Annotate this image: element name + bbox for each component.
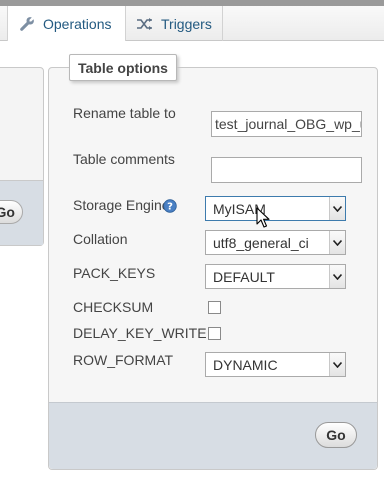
delay-key-write-checkbox[interactable] (208, 327, 221, 340)
row-format-select[interactable]: DYNAMIC (205, 352, 346, 377)
tab-bar: Operations Triggers (0, 6, 384, 41)
table-options-go-button[interactable]: Go (315, 422, 357, 448)
delay-key-write-label: DELAY_KEY_WRITE (73, 325, 207, 341)
chevron-down-icon (329, 197, 345, 220)
table-options-legend: Table options (69, 54, 177, 81)
pack-keys-label: PACK_KEYS (73, 265, 156, 281)
rename-table-input[interactable]: test_journal_OBG_wp_u (211, 111, 362, 137)
chevron-down-icon (329, 265, 345, 288)
triggers-icon (137, 17, 152, 30)
tab-triggers-label: Triggers (161, 15, 212, 32)
pack-keys-select[interactable]: DEFAULT (205, 264, 346, 289)
rename-table-label: Rename table to (73, 105, 176, 121)
collation-select[interactable]: utf8_general_ci (205, 230, 346, 255)
wrench-icon (20, 16, 34, 31)
tab-triggers[interactable]: Triggers (126, 6, 223, 41)
mouse-cursor-icon (256, 207, 270, 228)
collation-value: utf8_general_ci (213, 235, 309, 251)
chevron-down-icon (329, 231, 345, 254)
collation-label: Collation (73, 231, 128, 247)
checksum-label: CHECKSUM (73, 299, 154, 315)
chevron-down-icon (329, 353, 345, 376)
table-comments-input[interactable] (211, 157, 362, 183)
table-comments-label: Table comments (73, 151, 175, 167)
left-go-button[interactable]: Go (0, 200, 23, 224)
help-icon[interactable]: ? (163, 199, 177, 213)
pack-keys-value: DEFAULT (213, 269, 275, 285)
row-format-label: ROW_FORMAT (73, 352, 174, 368)
tab-edge (0, 6, 8, 41)
checksum-checkbox[interactable] (208, 301, 221, 314)
tab-operations-label: Operations (43, 15, 112, 32)
row-format-value: DYNAMIC (213, 357, 278, 373)
storage-engine-label: Storage Engine (73, 197, 170, 213)
storage-engine-select[interactable]: MyISAM (205, 196, 346, 221)
tab-operations[interactable]: Operations (8, 6, 126, 41)
svg-text:?: ? (167, 202, 173, 213)
